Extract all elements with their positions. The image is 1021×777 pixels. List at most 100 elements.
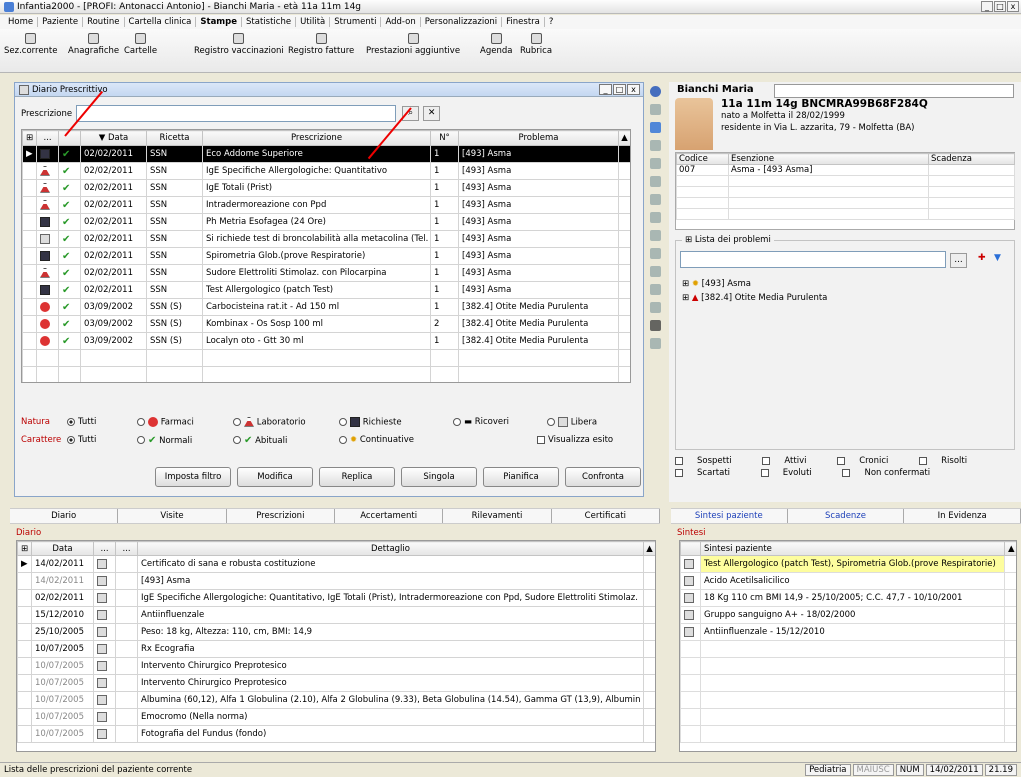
toolbar-anagrafiche[interactable]: Anagrafiche	[68, 33, 119, 56]
star-icon[interactable]	[649, 302, 661, 313]
legend-risolti[interactable]: Risolti	[919, 455, 981, 467]
check-icon[interactable]	[649, 140, 661, 151]
document-icon[interactable]	[649, 104, 661, 115]
table-row[interactable]: ✔ 02/02/2011 SSN IgE Totali (Prist) 1 [493] A…	[22, 179, 630, 197]
table-row[interactable]: ✔ 03/09/2002 SSN (S) Kombinax - Os Sosp 100…	[22, 315, 630, 333]
dp-close-button[interactable]: x	[627, 84, 640, 95]
table-row[interactable]: Test Allergologico (patch Test), Spirome…	[680, 555, 1016, 573]
menu-4[interactable]: Stampe	[196, 17, 243, 27]
toolbar-registro-vaccinazioni[interactable]: Registro vaccinazioni	[194, 33, 284, 56]
table-row[interactable]: Gruppo sanguigno A+ - 18/02/2000	[680, 606, 1016, 624]
table-row[interactable]: ✔ 02/02/2011 SSN Si richiede test di bronco…	[22, 230, 630, 248]
header-expand[interactable]: ⊞	[22, 130, 37, 146]
carattere-normali[interactable]: ✔ Normali	[137, 435, 219, 446]
header-dettaglio[interactable]: Dettaglio	[137, 541, 644, 556]
table-row[interactable]: ✔ 02/02/2011 SSN Intradermoreazione con Ppd…	[22, 196, 630, 214]
tab-certificati[interactable]: Certificati	[552, 509, 660, 523]
header-icon[interactable]: ...	[115, 541, 138, 556]
natura-farmaci[interactable]: Farmaci	[137, 416, 219, 427]
header-col-type[interactable]: ...	[36, 130, 59, 146]
maximize-button[interactable]: □	[994, 1, 1006, 12]
back-arrow-icon[interactable]	[649, 122, 661, 133]
imposta-filtro-button[interactable]: Imposta filtro	[155, 467, 231, 487]
header-esenzione[interactable]: Esenzione	[728, 153, 929, 165]
table-row[interactable]: ▶ ✔ 02/02/2011 SSN Eco Addome Superiore 1 [493…	[22, 145, 630, 163]
menu-10[interactable]: Finestra	[502, 17, 545, 27]
menu-9[interactable]: Personalizzazioni	[421, 17, 503, 27]
scrollbar-up[interactable]: ▲	[643, 541, 655, 556]
more-button[interactable]: ...	[950, 253, 967, 268]
table-row[interactable]: ✔ 02/02/2011 SSN Spirometria Glob.(prove Re…	[22, 247, 630, 265]
table-row[interactable]: 10/07/2005 Emocromo (Nella norma)	[17, 708, 655, 726]
printer-icon[interactable]	[649, 320, 661, 331]
table-row[interactable]: 007 Asma - [493 Asma]	[676, 164, 1015, 176]
table-row[interactable]: ✔ 02/02/2011 SSN Test Allergologico (patch …	[22, 281, 630, 299]
natura-ricoveri[interactable]: ▬ Ricoveri	[453, 417, 533, 427]
natura-tutti[interactable]: Tutti	[67, 417, 123, 427]
modifica-button[interactable]: Modifica	[237, 467, 313, 487]
table-row[interactable]: Antiinfluenzale - 15/12/2010	[680, 623, 1016, 641]
problem-item[interactable]: ⊞ ✹ [493] Asma	[682, 277, 827, 291]
toolbar-prestazioni-aggiuntive[interactable]: Prestazioni aggiuntive	[366, 33, 460, 56]
menu-0[interactable]: Home	[4, 17, 39, 27]
natura-libera[interactable]: Libera	[547, 416, 597, 427]
legend-attivi[interactable]: Attivi	[762, 455, 820, 467]
header-data[interactable]: ▼ Data	[80, 130, 147, 146]
menu-8[interactable]: Add-on	[381, 17, 421, 27]
header-data[interactable]: Data	[31, 541, 94, 556]
last-icon[interactable]	[649, 266, 661, 277]
pianifica-button[interactable]: Pianifica	[483, 467, 559, 487]
table-row[interactable]: 10/07/2005 Fotografia del Fundus (fondo)	[17, 725, 655, 743]
minimize-button[interactable]: _	[981, 1, 993, 12]
next-icon[interactable]	[649, 248, 661, 259]
dp-maximize-button[interactable]: □	[613, 84, 626, 95]
tab-sintesi-paziente[interactable]: Sintesi paziente	[671, 509, 788, 523]
legend-evoluti[interactable]: Evoluti	[760, 467, 826, 479]
tab-prescrizioni[interactable]: Prescrizioni	[227, 509, 335, 523]
close-button[interactable]: x	[1007, 1, 1019, 12]
header-scadenza[interactable]: Scadenza	[928, 153, 1015, 165]
header-prescrizione[interactable]: Prescrizione	[202, 130, 431, 146]
replica-button[interactable]: Replica	[319, 467, 395, 487]
menu-6[interactable]: Utilità	[296, 17, 331, 27]
toolbar-registro-fatture[interactable]: Registro fatture	[288, 33, 354, 56]
toolbar-rubrica[interactable]: Rubrica	[520, 33, 552, 56]
table-row[interactable]: ✔ 02/02/2011 SSN IgE Specifiche Allergologi…	[22, 162, 630, 180]
table-row[interactable]: 15/12/2010 Antiinfluenzale	[17, 606, 655, 624]
table-row[interactable]: 10/07/2005 Intervento Chirurgico Preprote…	[17, 674, 655, 692]
table-row[interactable]: ✔ 02/02/2011 SSN Ph Metria Esofagea (24 Ore…	[22, 213, 630, 231]
legend-sospetti[interactable]: Sospetti	[675, 455, 746, 467]
header-problema[interactable]: Problema	[458, 130, 619, 146]
header-ricetta[interactable]: Ricetta	[146, 130, 203, 146]
patient-search-input[interactable]	[774, 84, 1014, 98]
menu-2[interactable]: Routine	[83, 17, 125, 27]
header-codice[interactable]: Codice	[676, 153, 729, 165]
previous-icon[interactable]	[649, 230, 661, 241]
problems-search-input[interactable]	[680, 251, 946, 268]
table-row[interactable]: ✔ 03/09/2002 SSN (S) Localyn oto - Gtt 30 m…	[22, 332, 630, 350]
natura-richieste[interactable]: Richieste	[339, 416, 439, 427]
problem-item[interactable]: ⊞ ▲ [382.4] Otite Media Purulenta	[682, 291, 827, 305]
carattere-abituali[interactable]: ✔ Abituali	[233, 435, 325, 446]
star-icon[interactable]	[649, 284, 661, 295]
help-icon[interactable]	[649, 86, 661, 97]
singola-button[interactable]: Singola	[401, 467, 477, 487]
natura-laboratorio[interactable]: Laboratorio	[233, 416, 325, 427]
tab-scadenze[interactable]: Scadenze	[788, 509, 905, 523]
header-sintesi[interactable]: Sintesi paziente	[700, 541, 1005, 556]
tab-rilevamenti[interactable]: Rilevamenti	[443, 509, 552, 523]
legend-non-confermati[interactable]: Non confermati	[842, 467, 944, 479]
table-row[interactable]: ▶ 14/02/2011 Certificato di sana e robusta…	[17, 555, 655, 573]
toolbar-cartelle[interactable]: Cartelle	[124, 33, 157, 56]
prescrizione-input[interactable]	[76, 105, 397, 122]
header-type[interactable]: ...	[93, 541, 116, 556]
carattere-tutti[interactable]: Tutti	[67, 435, 123, 445]
table-row[interactable]: 14/02/2011 [493] Asma	[17, 572, 655, 590]
header-col-check[interactable]	[58, 130, 81, 146]
table-row[interactable]: 10/07/2005 Albumina (60,12), Alfa 1 Globu…	[17, 691, 655, 709]
filter-icon[interactable]: ▼	[994, 253, 1001, 263]
table-row[interactable]: 10/07/2005 Rx Ecografia	[17, 640, 655, 658]
menu-5[interactable]: Statistiche	[242, 17, 297, 27]
visualizza-esito-checkbox[interactable]: Visualizza esito	[537, 435, 613, 445]
header-expand[interactable]: ⊞	[17, 541, 32, 556]
